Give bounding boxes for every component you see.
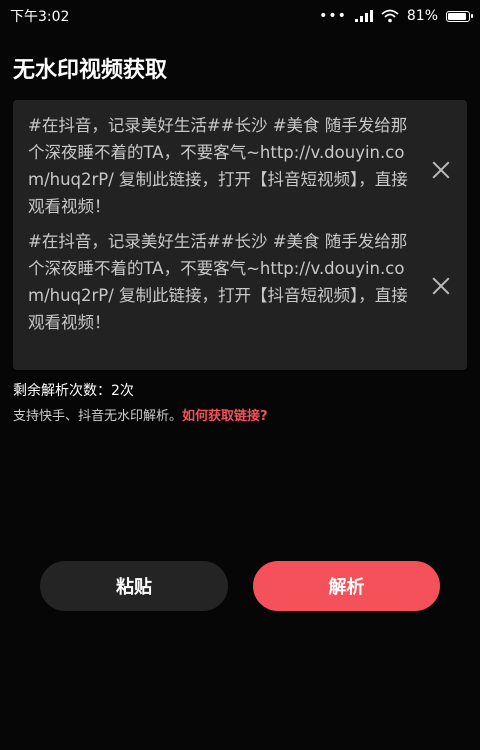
support-text: 支持快手、抖音无水印解析。 — [13, 409, 183, 424]
close-icon[interactable] — [431, 160, 451, 180]
more-dots-icon: ••• — [319, 8, 347, 24]
paste-button[interactable]: 粘贴 — [40, 561, 228, 611]
link-text[interactable]: #在抖音，记录美好生活##长沙 #美食 随手发给那个深夜睡不着的TA，不要客气~… — [28, 112, 423, 220]
link-list-card: #在抖音，记录美好生活##长沙 #美食 随手发给那个深夜睡不着的TA，不要客气~… — [13, 100, 467, 370]
signal-icon — [354, 10, 373, 22]
link-text[interactable]: #在抖音，记录美好生活##长沙 #美食 随手发给那个深夜睡不着的TA，不要客气~… — [28, 228, 423, 336]
page-title: 无水印视频获取 — [13, 58, 168, 83]
close-icon[interactable] — [431, 276, 451, 296]
status-time: 下午3:02 — [10, 9, 70, 25]
status-bar: 下午3:02 ••• 81% — [0, 0, 480, 32]
link-item: #在抖音，记录美好生活##长沙 #美食 随手发给那个深夜睡不着的TA，不要客气~… — [28, 228, 467, 344]
wifi-icon — [381, 9, 399, 23]
support-info: 支持快手、抖音无水印解析。如何获取链接? — [13, 405, 268, 424]
battery-percent: 81% — [406, 8, 438, 24]
help-link[interactable]: 如何获取链接? — [182, 409, 268, 424]
remaining-count: 剩余解析次数：2次 — [13, 383, 134, 399]
status-icons: ••• 81% — [319, 8, 473, 24]
battery-icon — [446, 10, 473, 22]
parse-button[interactable]: 解析 — [253, 561, 440, 611]
link-item: #在抖音，记录美好生活##长沙 #美食 随手发给那个深夜睡不着的TA，不要客气~… — [28, 112, 467, 228]
